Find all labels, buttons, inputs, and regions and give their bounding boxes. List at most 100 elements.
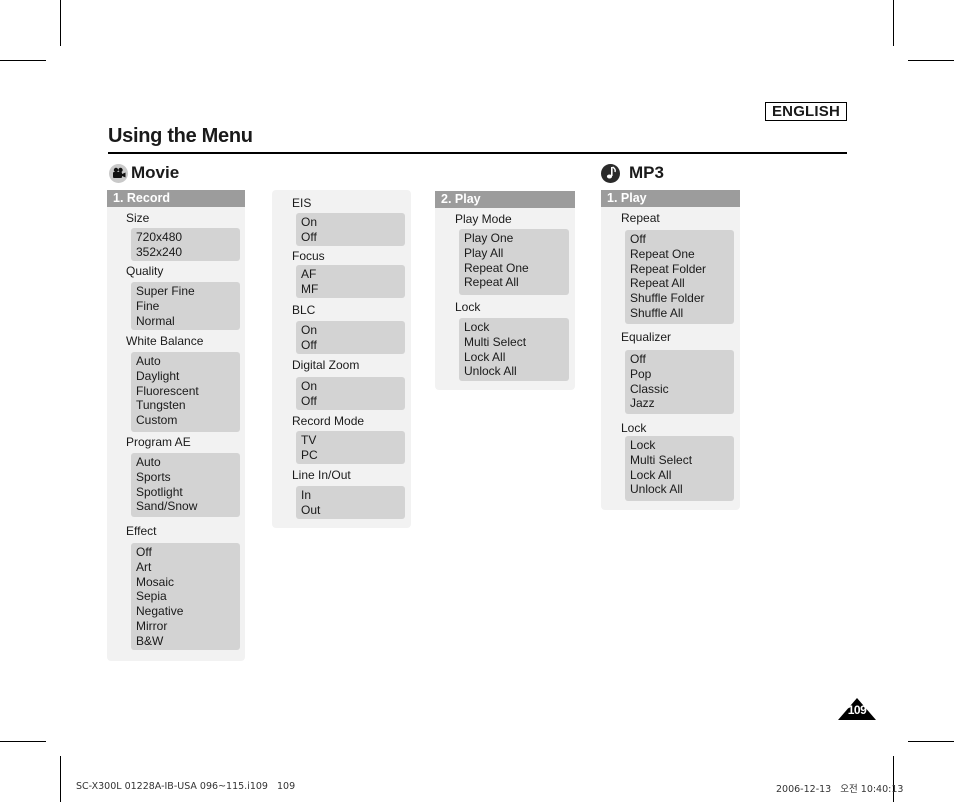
option-item[interactable]: Lock All — [464, 350, 564, 365]
option-item[interactable]: Repeat One — [630, 247, 729, 262]
option-item[interactable]: Sepia — [136, 589, 235, 604]
option-item[interactable]: Fine — [136, 299, 235, 314]
options-box: On Off — [296, 321, 405, 354]
option-item[interactable]: Jazz — [630, 396, 729, 411]
option-item[interactable]: Auto — [136, 354, 235, 369]
option-item[interactable]: Multi Select — [464, 335, 564, 350]
option-item[interactable]: Repeat All — [464, 275, 564, 290]
option-item[interactable]: Repeat One — [464, 261, 564, 276]
option-item[interactable]: Out — [301, 503, 400, 518]
option-item[interactable]: Shuffle Folder — [630, 291, 729, 306]
menu-group-program-ae: Program AE — [126, 435, 191, 449]
menu-group-effect: Effect — [126, 524, 156, 538]
option-item[interactable]: Super Fine — [136, 284, 235, 299]
mp3-section-title: MP3 — [629, 163, 664, 182]
options-box: Off Pop Classic Jazz — [625, 350, 734, 414]
option-item[interactable]: Repeat Folder — [630, 262, 729, 277]
movie-camera-icon — [109, 163, 128, 183]
option-item[interactable]: In — [301, 488, 400, 503]
group-label: Digital Zoom — [292, 358, 360, 372]
music-note-icon — [601, 163, 620, 183]
movie-section-title: Movie — [131, 163, 180, 182]
option-item[interactable]: B&W — [136, 634, 235, 649]
group-label: Focus — [292, 249, 325, 263]
options-box: Off Repeat One Repeat Folder Repeat All … — [625, 230, 734, 324]
option-item[interactable]: Off — [301, 394, 400, 409]
option-item[interactable]: Off — [301, 338, 400, 353]
option-item[interactable]: Lock — [630, 438, 729, 453]
option-item[interactable]: Sand/Snow — [136, 499, 235, 514]
footer-timestamp: 2006-12-13 오전 10:40:13 — [776, 784, 904, 795]
option-item[interactable]: On — [301, 215, 400, 230]
option-item[interactable]: Spotlight — [136, 485, 235, 500]
footer-file-info: SC-X300L 01228A-IB-USA 096~115.i109 109 — [76, 781, 296, 792]
option-item[interactable]: Shuffle All — [630, 306, 729, 321]
panel-header: 1. Record — [107, 190, 245, 207]
option-item[interactable]: Tungsten — [136, 398, 235, 413]
group-label: Record Mode — [292, 414, 365, 428]
group-label: Quality — [126, 264, 164, 278]
option-item[interactable]: TV — [301, 433, 400, 448]
crop-mark — [0, 60, 46, 61]
menu-group-white-balance: White Balance — [126, 334, 203, 348]
option-item[interactable]: Daylight — [136, 369, 235, 384]
menu-group-quality: Quality — [126, 264, 163, 278]
option-item[interactable]: Auto — [136, 455, 235, 470]
option-item[interactable]: Sports — [136, 470, 235, 485]
menu-group-lock: Lock — [455, 300, 480, 314]
crop-mark — [60, 756, 61, 802]
options-box: AF MF — [296, 265, 405, 298]
option-item[interactable]: Normal — [136, 314, 235, 329]
option-item[interactable]: Unlock All — [464, 364, 564, 379]
option-item[interactable]: Fluorescent — [136, 384, 235, 399]
option-item[interactable]: Off — [136, 545, 235, 560]
options-box: On Off — [296, 213, 405, 246]
option-item[interactable]: Play All — [464, 246, 564, 261]
record-menu-panel: 1. Record Size 720x480 352x240 Quality S… — [107, 190, 245, 661]
option-item[interactable]: Off — [630, 232, 729, 247]
menu-group-blc: BLC — [292, 303, 315, 317]
crop-mark — [908, 741, 954, 742]
menu-group-focus: Focus — [292, 249, 325, 263]
options-box: Auto Daylight Fluorescent Tungsten Custo… — [131, 352, 240, 432]
crop-mark — [908, 60, 954, 61]
option-item[interactable]: PC — [301, 448, 400, 463]
options-box: Lock Multi Select Lock All Unlock All — [459, 318, 569, 381]
menu-group-play-mode: Play Mode — [455, 212, 512, 226]
option-item[interactable]: Mosaic — [136, 575, 235, 590]
option-item[interactable]: Classic — [630, 382, 729, 397]
movie-play-panel: 2. Play Play Mode Play One Play All Repe… — [435, 191, 575, 390]
option-item[interactable]: Repeat All — [630, 276, 729, 291]
group-label: Lock — [621, 421, 647, 435]
option-item[interactable]: Art — [136, 560, 235, 575]
option-item[interactable]: MF — [301, 282, 400, 297]
option-item[interactable]: AF — [301, 267, 400, 282]
option-item[interactable]: Lock — [464, 320, 564, 335]
option-item[interactable]: On — [301, 323, 400, 338]
menu-group-size: Size — [126, 211, 149, 225]
option-item[interactable]: Custom — [136, 413, 235, 428]
option-item[interactable]: Play One — [464, 231, 564, 246]
option-item[interactable]: On — [301, 379, 400, 394]
option-item[interactable]: Lock All — [630, 468, 729, 483]
menu-group-lock: Lock — [621, 421, 646, 435]
option-item[interactable]: Pop — [630, 367, 729, 382]
crop-mark — [893, 0, 894, 46]
option-item[interactable]: Negative — [136, 604, 235, 619]
option-item[interactable]: 352x240 — [136, 245, 235, 260]
group-label: Play Mode — [455, 212, 512, 226]
crop-mark — [0, 741, 46, 742]
option-item[interactable]: Multi Select — [630, 453, 729, 468]
option-item[interactable]: Unlock All — [630, 482, 729, 497]
option-item[interactable]: Off — [301, 230, 400, 245]
option-item[interactable]: 720x480 — [136, 230, 235, 245]
page-title: Using the Menu — [108, 125, 253, 147]
page-number: 109 — [847, 703, 867, 717]
group-label: White Balance — [126, 334, 204, 348]
crop-mark — [60, 0, 61, 46]
movie-section-header: Movie — [109, 163, 179, 183]
menu-group-equalizer: Equalizer — [621, 330, 671, 344]
group-label: Lock — [455, 300, 481, 314]
option-item[interactable]: Off — [630, 352, 729, 367]
option-item[interactable]: Mirror — [136, 619, 235, 634]
